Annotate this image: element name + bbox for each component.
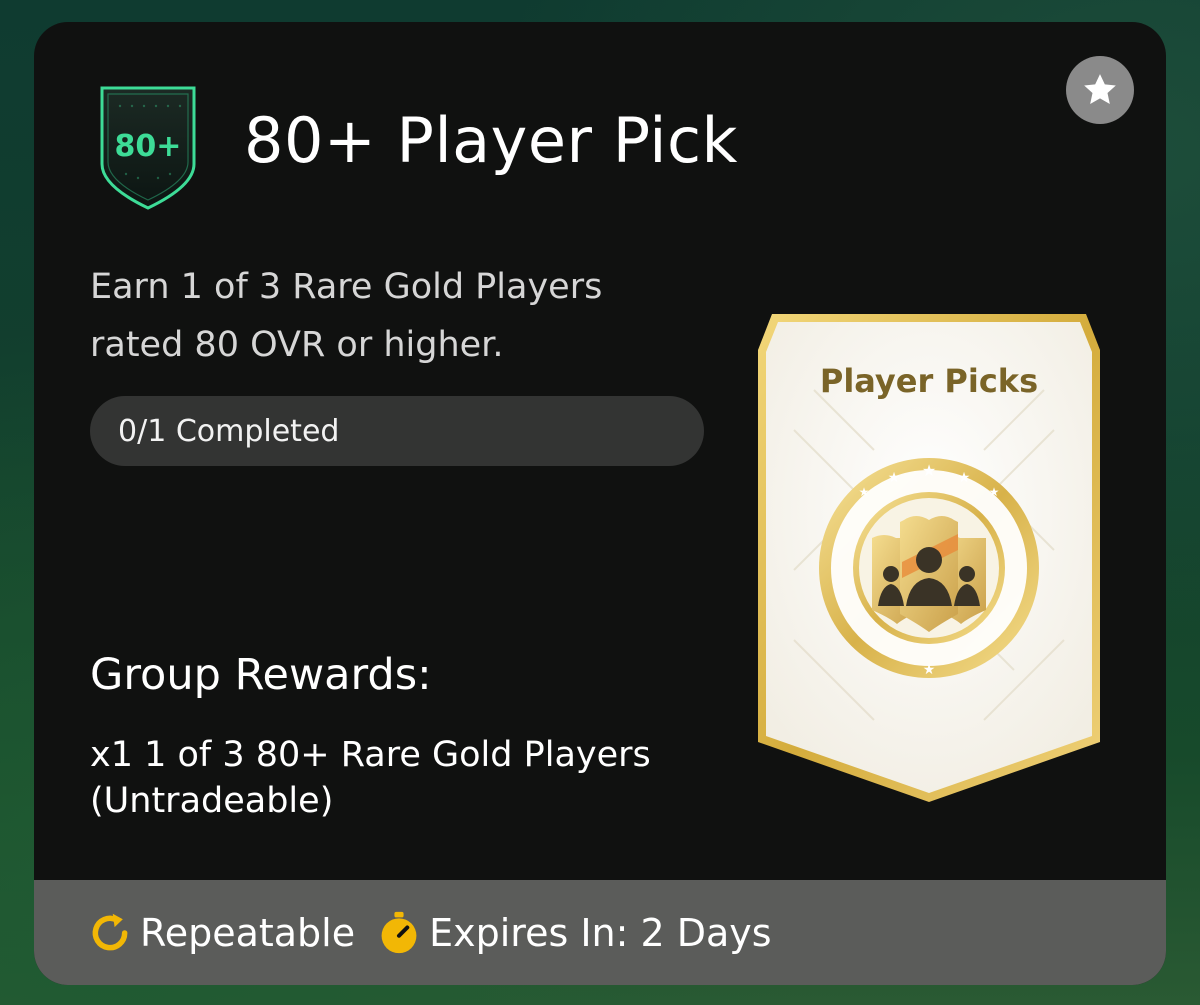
objective-description: Earn 1 of 3 Rare Gold Players rated 80 O… bbox=[90, 258, 710, 374]
description-line-2: rated 80 OVR or higher. bbox=[90, 325, 504, 365]
rewards-heading: Group Rewards: bbox=[90, 650, 432, 700]
reward-item: x1 1 of 3 80+ Rare Gold Players (Untrade… bbox=[90, 732, 730, 824]
expiry-label: Expires In: 2 Days bbox=[429, 910, 772, 955]
favorite-button[interactable] bbox=[1066, 56, 1134, 124]
card-footer: Repeatable Expires In: 2 Days bbox=[34, 880, 1166, 985]
repeatable-label: Repeatable bbox=[140, 910, 356, 955]
pack-title: Player Picks bbox=[819, 362, 1039, 400]
reward-item-line-1: x1 1 of 3 80+ Rare Gold Players bbox=[90, 735, 651, 775]
svg-text:★: ★ bbox=[888, 470, 901, 486]
repeat-icon bbox=[92, 913, 128, 950]
svg-text:★: ★ bbox=[922, 461, 936, 480]
expiry-status: Expires In: 2 Days bbox=[377, 910, 772, 956]
objective-card[interactable]: 80+ 80+ Player Pick Earn 1 of 3 Rare Gol… bbox=[34, 22, 1166, 985]
svg-text:★: ★ bbox=[923, 662, 936, 678]
reward-item-line-2: (Untradeable) bbox=[90, 781, 334, 821]
svg-text:★: ★ bbox=[859, 485, 870, 499]
stopwatch-icon bbox=[381, 911, 417, 953]
repeatable-status: Repeatable bbox=[88, 911, 355, 955]
svg-text:★: ★ bbox=[989, 485, 1000, 499]
progress-bar: 0/1 Completed bbox=[90, 396, 704, 466]
progress-label: 0/1 Completed bbox=[118, 413, 340, 449]
page-title: 80+ Player Pick bbox=[244, 104, 738, 177]
objective-badge-icon: 80+ bbox=[98, 82, 198, 212]
player-picks-pack[interactable]: ★ ★ ★ ★ ★ ★ Player Picks bbox=[754, 310, 1104, 805]
description-line-1: Earn 1 of 3 Rare Gold Players bbox=[90, 267, 603, 307]
badge-label: 80+ bbox=[115, 129, 182, 164]
svg-text:★: ★ bbox=[958, 470, 971, 486]
star-icon bbox=[1084, 74, 1116, 104]
